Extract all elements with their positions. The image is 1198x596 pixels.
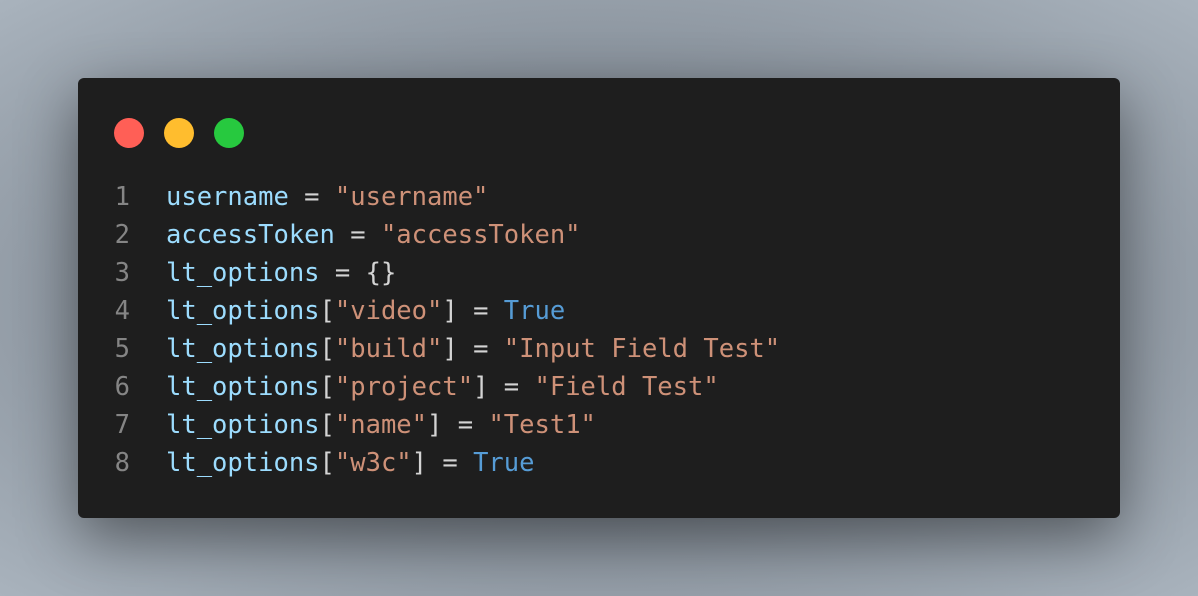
line-number: 2: [114, 220, 130, 250]
close-button[interactable]: [114, 118, 144, 148]
code-operator: [: [319, 410, 335, 440]
code-operator: [: [319, 448, 335, 478]
line-number: 1: [114, 182, 130, 212]
line-number: 3: [114, 258, 130, 288]
code-operator: [: [319, 296, 335, 326]
minimize-button[interactable]: [164, 118, 194, 148]
code-operator: = {}: [319, 258, 397, 288]
line-number: 4: [114, 296, 130, 326]
line-number: 7: [114, 410, 130, 440]
code-line: 1 username = "username": [78, 178, 780, 216]
code-window: 1 username = "username" 2 accessToken = "ac…: [78, 78, 1120, 518]
code-identifier: lt_options: [166, 372, 320, 402]
code-string: "Test1": [488, 410, 596, 440]
code-operator: ] =: [442, 334, 504, 364]
code-operator: ] =: [411, 448, 474, 478]
code-string: "video": [334, 296, 443, 326]
code-string: "name": [334, 410, 428, 440]
maximize-button[interactable]: [214, 118, 244, 148]
code-line: 7 lt_options["name"] = "Test1": [78, 406, 780, 444]
code-line: 5 lt_options["build"] = "Input Field Test…: [78, 330, 780, 368]
code-string: "Field Test": [534, 372, 719, 402]
code-keyword: True: [503, 296, 566, 326]
code-operator: =: [334, 220, 381, 250]
code-identifier: username: [166, 182, 289, 212]
code-block: 1 username = "username" 2 accessToken = "ac…: [78, 178, 780, 482]
code-operator: [: [319, 334, 335, 364]
code-line: 4 lt_options["video"] = True: [78, 292, 780, 330]
code-identifier: lt_options: [166, 334, 320, 364]
code-string: "w3c": [334, 448, 412, 478]
code-operator: ] =: [473, 372, 535, 402]
code-line: 6 lt_options["project"] = "Field Test": [78, 368, 780, 406]
code-line: 8 lt_options["w3c"] = True: [78, 444, 780, 482]
code-string: "accessToken": [380, 220, 581, 250]
code-string: "Input Field Test": [503, 334, 781, 364]
code-keyword: True: [473, 448, 535, 478]
code-identifier: lt_options: [166, 296, 320, 326]
code-string: "username": [334, 182, 489, 212]
code-identifier: accessToken: [166, 220, 335, 250]
code-string: "build": [334, 334, 443, 364]
line-number: 8: [114, 448, 130, 478]
line-number: 6: [114, 372, 130, 402]
code-identifier: lt_options: [166, 258, 320, 288]
code-operator: ] =: [427, 410, 489, 440]
code-string: "project": [334, 372, 474, 402]
line-number: 5: [114, 334, 130, 364]
code-line: 2 accessToken = "accessToken": [78, 216, 780, 254]
code-line: 3 lt_options = {}: [78, 254, 780, 292]
code-identifier: lt_options: [166, 448, 320, 478]
code-operator: [: [319, 372, 335, 402]
code-identifier: lt_options: [166, 410, 320, 440]
code-operator: =: [288, 182, 335, 212]
code-operator: ] =: [442, 296, 504, 326]
